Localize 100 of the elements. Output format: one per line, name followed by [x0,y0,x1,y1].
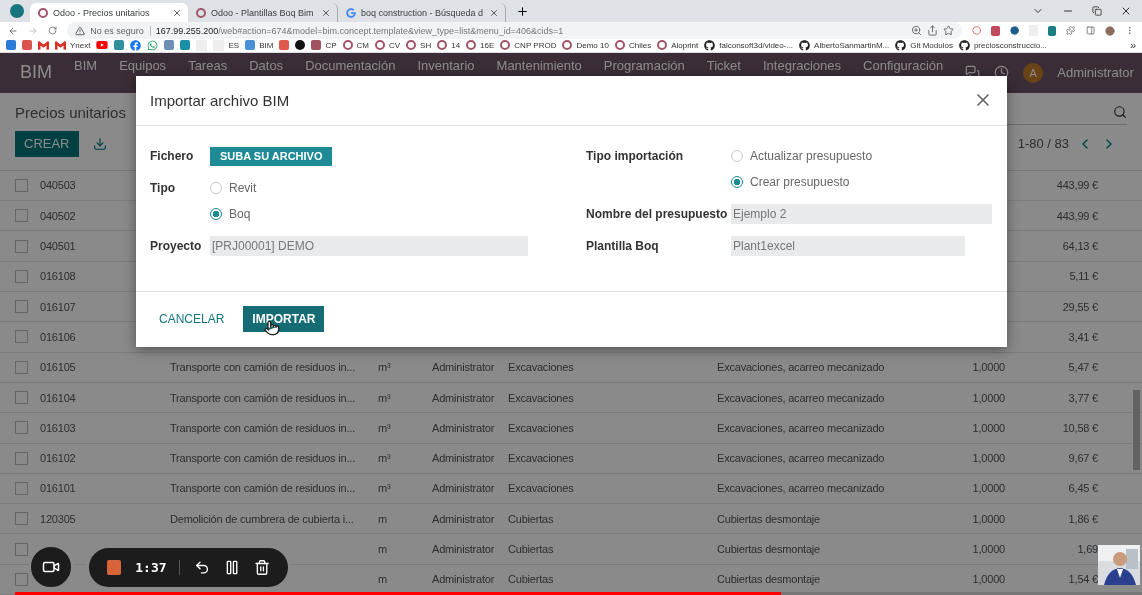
input-field[interactable]: Ejemplo 2 [731,203,992,224]
profile-icon[interactable] [10,4,24,18]
row-checkbox[interactable] [15,330,28,344]
row-checkbox[interactable] [15,239,28,253]
close-icon[interactable] [489,7,499,18]
reload-icon[interactable] [48,25,58,36]
nav-menu-item[interactable]: Mantenimiento [496,57,582,73]
bookmark[interactable]: CP [311,40,337,51]
row-checkbox[interactable] [15,300,28,314]
row-checkbox[interactable] [15,179,28,192]
import-button[interactable]: IMPORTAR [243,306,325,333]
bookmark[interactable]: falconsoft3d/video-... [704,39,794,51]
row-checkbox[interactable] [15,269,28,283]
table-cell: Transporte con camión de residuos in... [170,421,355,434]
new-tab-icon[interactable] [516,5,529,18]
table-cell: Administrator [432,573,495,586]
bookmark[interactable]: 16E [466,40,495,51]
star-icon[interactable] [943,25,955,36]
bookmark[interactable]: AlbertoSanmartinM... [799,39,890,51]
field-label: Tipo [150,179,177,197]
download-icon[interactable] [92,136,107,151]
row-checkbox[interactable] [15,391,28,405]
radio-button[interactable] [731,149,743,162]
input-field[interactable]: [PRJ00001] DEMO [210,235,528,256]
row-checkbox[interactable] [15,209,28,223]
nav-menu-item[interactable]: Configuración [863,57,944,73]
scrollbar-thumb[interactable] [1133,389,1140,470]
cancel-button[interactable]: CANCELAR [150,306,234,333]
trash-icon[interactable] [253,558,270,576]
bookmark[interactable]: CV [374,40,401,51]
extension-icon[interactable] [1009,25,1019,36]
row-checkbox[interactable] [15,572,28,586]
row-checkbox[interactable] [15,451,28,465]
table-cell: Administrator [432,391,495,404]
field-label: Fichero [150,147,195,165]
radio-button[interactable] [210,207,222,220]
input-field[interactable]: Plant1excel [731,235,965,256]
upload-button[interactable]: SUBA SU ARCHIVO [210,146,333,166]
create-button[interactable]: CREAR [15,130,79,157]
table-cell: 016102 [40,452,76,465]
radio-button[interactable] [731,175,743,188]
radio-option[interactable]: Crear presupuesto [731,168,992,195]
stop-icon[interactable] [107,559,122,575]
nav-menu-item[interactable]: Equipos [119,57,167,73]
side-panel-icon[interactable] [1085,25,1095,36]
table-cell: Cubiertas desmontaje [717,512,820,525]
bookmark[interactable]: SH [406,40,432,51]
radio-option[interactable]: Boq [210,200,586,227]
user-name[interactable]: Administrator [1057,65,1134,81]
table-cell: Transporte con camión de residuos in... [170,361,355,374]
row-checkbox[interactable] [15,542,28,556]
zoom-icon[interactable] [911,25,923,36]
extension-icon[interactable] [1048,25,1057,36]
bookmark[interactable]: Ynext [55,39,91,51]
close-icon[interactable] [321,7,331,18]
bookmark[interactable]: Chiles [614,40,652,51]
row-checkbox[interactable] [15,421,28,435]
nav-menu-item[interactable]: Documentación [305,57,396,73]
app-brand[interactable]: BIM [20,62,52,84]
browser-tab[interactable]: Odoo - Precios unitarios [30,3,188,22]
bookmark[interactable]: preciosconstruccio... [958,39,1047,51]
bookmark[interactable]: Aloprint [657,40,699,51]
nav-menu-item[interactable]: Programación [603,57,685,73]
bookmark[interactable]: BIM [245,40,274,51]
table-cell: 10,58 € [1062,421,1098,434]
nav-menu-item[interactable]: Tareas [188,57,228,73]
nav-menu-item[interactable]: Ticket [706,57,741,73]
puzzle-icon[interactable] [1066,25,1076,36]
more-bookmarks[interactable]: » [1129,39,1136,52]
row-checkbox[interactable] [15,512,28,526]
extension-icon[interactable] [991,25,1000,36]
nav-menu-item[interactable]: Datos [249,57,284,73]
bookmark[interactable]: CM [342,40,369,51]
table-cell: 1,69 [1077,543,1098,556]
table-cell: Administrator [432,421,495,434]
bookmark[interactable]: Git Modulos [895,39,953,51]
bookmark[interactable]: 14 [437,40,461,51]
radio-button[interactable] [210,181,222,194]
bookmark[interactable]: CNP PROD [500,40,557,51]
avatar-icon[interactable] [1104,24,1115,37]
address-bar[interactable]: No es seguro 167.99.255.200/web#action=674&model=bim.concept.template&view_type=list&menu_id=406&cids=1 [67,22,963,39]
bookmark[interactable]: Demo 10 [562,40,609,51]
share-icon[interactable] [927,25,939,36]
radio-option[interactable]: Revit [210,174,586,201]
dialog-title: Importar archivo BIM [150,91,290,109]
bookmark[interactable]: ES [213,39,240,51]
close-icon[interactable] [172,7,182,18]
field-label: Plantilla Boq [586,237,660,255]
nav-menu-item[interactable]: BIM [74,57,98,73]
row-checkbox[interactable] [15,360,28,374]
nav-menu-item[interactable]: Inventario [417,57,475,73]
table-cell: Transporte con camión de residuos in... [170,452,355,465]
warning-icon [75,25,86,36]
close-icon[interactable] [1120,5,1132,17]
table-cell: Cubiertas [508,512,554,525]
radio-option[interactable]: Actualizar presupuesto [731,142,992,169]
nav-menu-item[interactable]: Integraciones [762,57,842,73]
table-cell: 016107 [40,300,76,313]
row-checkbox[interactable] [15,481,28,495]
restore-icon[interactable] [1092,6,1102,16]
